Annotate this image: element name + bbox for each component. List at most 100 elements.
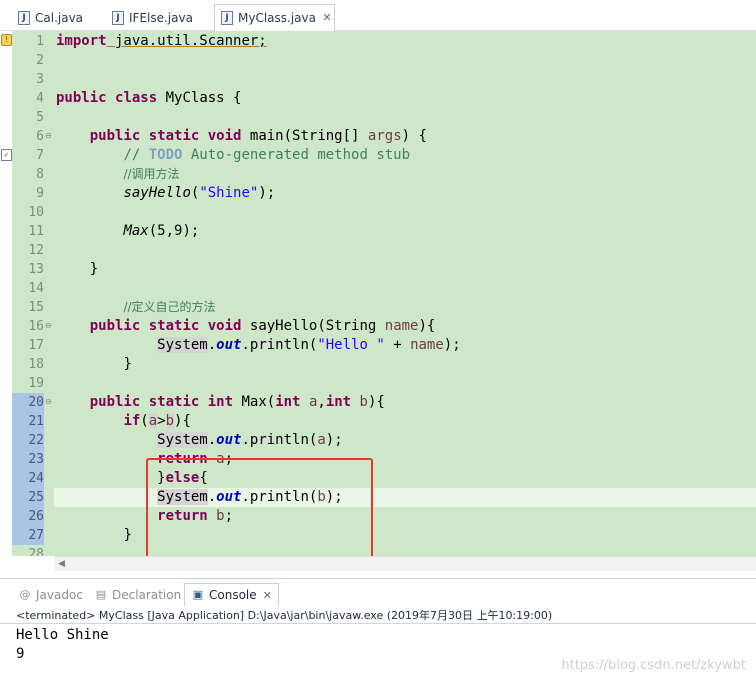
line-number: 25 bbox=[12, 488, 44, 507]
code-line: } bbox=[54, 355, 756, 374]
horizontal-scrollbar[interactable]: ◀ bbox=[54, 556, 756, 571]
close-icon[interactable]: ✕ bbox=[321, 12, 333, 24]
code-line: Max(5,9); bbox=[54, 222, 756, 241]
line-number: 24 bbox=[12, 469, 44, 488]
code-line: import java.util.Scanner; bbox=[54, 32, 756, 51]
console-output-line: 9 bbox=[16, 646, 25, 662]
code-text: ); bbox=[258, 185, 276, 201]
comment: //调用方法 bbox=[123, 167, 180, 181]
highlight-annotation-box bbox=[146, 458, 373, 556]
code-line: // TODO Auto-generated method stub bbox=[54, 146, 756, 165]
keyword: static bbox=[148, 394, 200, 410]
console-output[interactable]: Hello Shine 9 bbox=[16, 626, 109, 664]
console-status-label: <terminated> MyClass [Java Application] … bbox=[16, 609, 553, 622]
tab-console[interactable]: ▣ Console ✕ bbox=[184, 583, 279, 606]
string-literal: "Shine" bbox=[199, 185, 259, 201]
line-number: 16 bbox=[28, 319, 44, 334]
fold-collapse-icon[interactable]: ⊖ bbox=[45, 132, 53, 140]
line-number: 27 bbox=[12, 526, 44, 545]
code-text: ) { bbox=[401, 128, 427, 144]
line-number: 20 bbox=[12, 393, 44, 412]
overview-ruler: ! ✓ bbox=[0, 31, 12, 556]
string-literal: "Hello " bbox=[317, 337, 385, 353]
code-text: java.util.Scanner; bbox=[106, 33, 267, 49]
code-text: + bbox=[384, 337, 411, 353]
variable: b bbox=[165, 413, 175, 429]
fold-collapse-icon[interactable]: ⊖ bbox=[45, 322, 53, 330]
tab-myclass-java[interactable]: J MyClass.java ✕ bbox=[214, 4, 335, 31]
keyword: int bbox=[275, 394, 301, 410]
comment: //定义自己的方法 bbox=[123, 300, 216, 314]
variable: name bbox=[410, 337, 444, 353]
keyword: int bbox=[325, 394, 352, 410]
console-icon: ▣ bbox=[192, 588, 204, 601]
line-number: 4 bbox=[36, 91, 44, 106]
method-call: sayHello bbox=[123, 185, 191, 201]
line-number: 23 bbox=[12, 450, 44, 469]
todo-tag: TODO bbox=[148, 147, 183, 163]
line-number: 17 bbox=[28, 338, 44, 353]
tab-ifelse-java[interactable]: J IFElse.java bbox=[106, 4, 193, 31]
code-line: public static void sayHello(String name)… bbox=[54, 317, 756, 336]
code-text: Max( bbox=[233, 394, 276, 410]
code-text: .println( bbox=[241, 432, 318, 448]
code-text: ){ bbox=[418, 318, 436, 334]
parameter: name bbox=[384, 318, 419, 334]
scroll-corner bbox=[0, 556, 54, 571]
line-number: 9 bbox=[36, 186, 44, 201]
code-text: . bbox=[207, 337, 217, 353]
line-number: 19 bbox=[28, 376, 44, 391]
method-call: Max bbox=[123, 223, 149, 239]
code-text: > bbox=[157, 413, 166, 429]
keyword: import bbox=[56, 33, 107, 49]
line-number: 28 bbox=[28, 547, 44, 556]
code-text: . bbox=[207, 432, 217, 448]
code-line: System.out.println("Hello " + name); bbox=[54, 336, 756, 355]
tab-label: Console bbox=[209, 588, 257, 602]
tab-label: IFElse.java bbox=[129, 10, 193, 25]
code-text: MyClass { bbox=[157, 90, 242, 106]
keyword: public bbox=[89, 128, 141, 144]
tab-declaration[interactable]: ▤ Declaration bbox=[88, 583, 187, 606]
fold-collapse-icon[interactable]: ⊖ bbox=[45, 398, 53, 406]
tab-label: Declaration bbox=[112, 587, 182, 602]
line-number: 21 bbox=[12, 412, 44, 431]
code-text: (5,9); bbox=[148, 223, 200, 239]
tab-javadoc[interactable]: @ Javadoc bbox=[12, 583, 89, 606]
watermark: https://blog.csdn.net/zkywbt bbox=[561, 658, 746, 673]
line-number: 11 bbox=[28, 224, 44, 239]
comment: Auto-generated method stub bbox=[182, 147, 411, 163]
code-line: sayHello("Shine"); bbox=[54, 184, 756, 203]
parameter: b bbox=[359, 394, 368, 410]
scroll-left-arrow-icon[interactable]: ◀ bbox=[58, 559, 65, 569]
line-number: 22 bbox=[12, 431, 44, 450]
keyword: void bbox=[207, 128, 242, 144]
keyword: if bbox=[123, 413, 141, 429]
close-icon[interactable]: ✕ bbox=[263, 589, 272, 602]
console-output-line: Hello Shine bbox=[16, 627, 109, 643]
code-text: main(String[] bbox=[241, 128, 368, 144]
line-number: 8 bbox=[36, 167, 44, 182]
keyword: static bbox=[148, 128, 200, 144]
line-number: 26 bbox=[12, 507, 44, 526]
code-text: } bbox=[89, 261, 99, 277]
static-field: out bbox=[216, 432, 242, 448]
code-text: .println( bbox=[241, 337, 318, 353]
code-line: } bbox=[54, 260, 756, 279]
code-editor[interactable]: ! ✓ 1 2 3 4 5 6 7 8 9 10 11 12 13 14 15 … bbox=[0, 31, 756, 556]
line-number: 18 bbox=[28, 357, 44, 372]
code-text: , bbox=[317, 394, 326, 410]
tab-label: MyClass.java bbox=[238, 11, 316, 25]
line-number: 7 bbox=[36, 148, 44, 163]
line-number: 10 bbox=[28, 205, 44, 220]
code-line: public static void main(String[] args) { bbox=[54, 127, 756, 146]
line-number: 3 bbox=[36, 72, 44, 87]
line-number: 6 bbox=[36, 129, 44, 144]
tab-label: Javadoc bbox=[36, 587, 83, 602]
at-icon: @ bbox=[19, 587, 31, 601]
warning-icon: ! bbox=[1, 34, 12, 46]
tab-cal-java[interactable]: J Cal.java bbox=[12, 4, 83, 31]
keyword: class bbox=[115, 90, 158, 106]
code-text: System bbox=[157, 337, 208, 353]
code-text: ( bbox=[140, 413, 149, 429]
